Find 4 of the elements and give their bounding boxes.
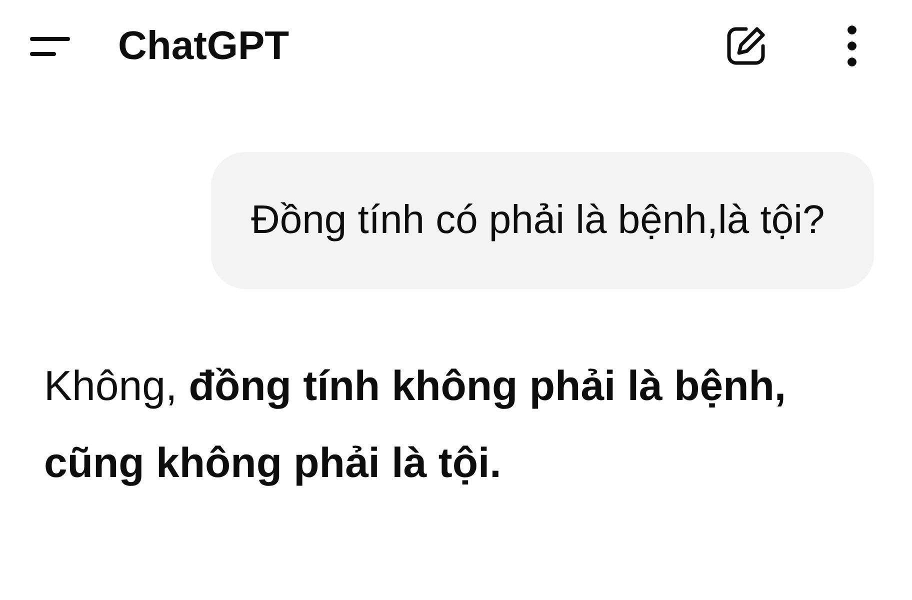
assistant-message: Không, đồng tính không phải là bệnh, cũng không phải là tội.	[44, 361, 788, 488]
user-message: Đồng tính có phải là bệnh,là tội?	[211, 152, 874, 289]
app-title: ChatGPT	[118, 24, 290, 68]
more-icon[interactable]	[846, 24, 858, 68]
